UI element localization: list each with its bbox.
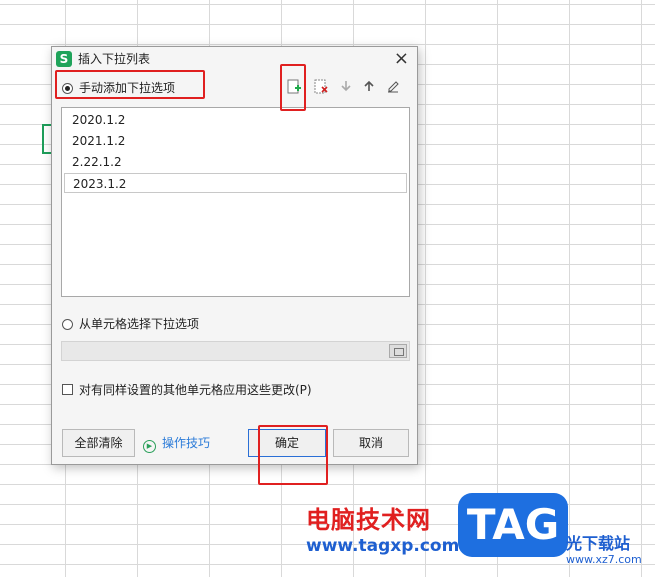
wps-sheets-icon: S xyxy=(56,51,72,67)
cell-option-radio[interactable] xyxy=(62,319,73,330)
list-item[interactable]: 2.22.1.2 xyxy=(64,152,407,172)
watermark-side-url: www.xz7.com xyxy=(566,553,642,566)
insert-dropdown-dialog: S 插入下拉列表 × 手动添加下拉选项 2020.1.2 2021.1.2 2.… xyxy=(51,46,418,465)
delete-item-icon[interactable] xyxy=(312,79,330,97)
list-item-selected[interactable]: 2023.1.2 xyxy=(64,173,407,193)
cell-option-label[interactable]: 从单元格选择下拉选项 xyxy=(79,316,199,332)
tips-link[interactable]: ▶ 操作技巧 xyxy=(143,435,210,453)
watermark-site-name: 电脑技术网 xyxy=(306,506,431,534)
watermark-url: www.tagxp.com xyxy=(306,536,460,556)
tips-label[interactable]: 操作技巧 xyxy=(162,436,210,450)
cell-range-input[interactable] xyxy=(61,341,410,361)
apply-same-settings-label[interactable]: 对有同样设置的其他单元格应用这些更改(P) xyxy=(79,382,312,398)
edit-item-icon[interactable] xyxy=(384,79,402,97)
title-bar: S 插入下拉列表 × xyxy=(52,47,417,71)
list-item[interactable]: 2020.1.2 xyxy=(64,110,407,130)
move-up-icon[interactable] xyxy=(360,79,378,97)
dialog-title: 插入下拉列表 xyxy=(78,52,151,66)
highlight-ok-button xyxy=(258,425,328,485)
list-item[interactable]: 2021.1.2 xyxy=(64,131,407,151)
clear-all-button[interactable]: 全部清除 xyxy=(62,429,135,457)
cancel-button[interactable]: 取消 xyxy=(333,429,409,457)
close-icon[interactable]: × xyxy=(394,49,409,69)
watermark-tag-logo: TAG xyxy=(458,493,568,557)
highlight-add-icon xyxy=(280,64,306,111)
play-icon: ▶ xyxy=(143,440,156,453)
watermark-side-text: 光下载站 xyxy=(566,534,631,553)
apply-same-settings-checkbox[interactable] xyxy=(62,384,73,395)
range-picker-icon[interactable] xyxy=(389,344,407,358)
move-down-icon[interactable] xyxy=(337,79,355,97)
options-list[interactable]: 2020.1.2 2021.1.2 2.22.1.2 2023.1.2 xyxy=(61,107,410,297)
highlight-manual-option xyxy=(55,70,205,99)
